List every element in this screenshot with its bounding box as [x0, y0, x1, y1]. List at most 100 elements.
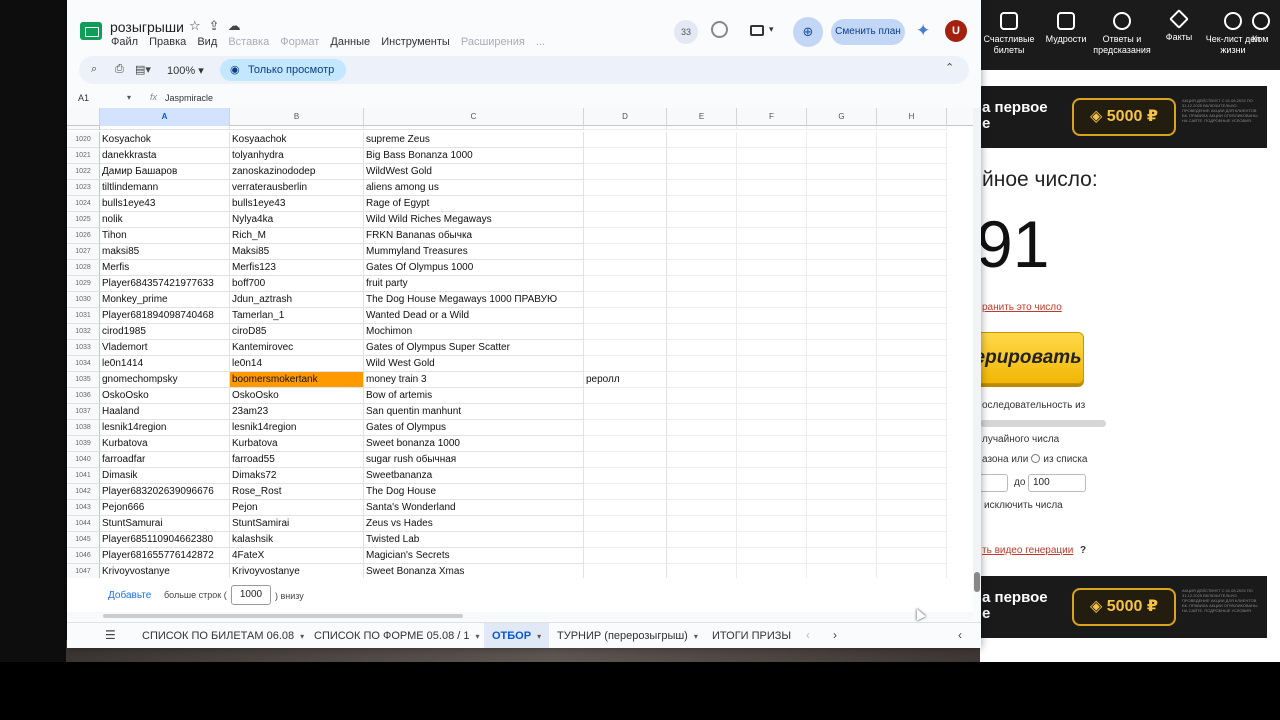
table-cell[interactable]: verraterausberlin [230, 180, 364, 196]
table-cell[interactable] [877, 388, 947, 404]
table-cell[interactable] [584, 324, 667, 340]
table-cell[interactable] [807, 180, 877, 196]
table-cell[interactable] [807, 548, 877, 564]
table-cell[interactable]: Wanted Dead or a Wild [364, 308, 584, 324]
table-cell[interactable] [807, 420, 877, 436]
table-cell[interactable] [877, 196, 947, 212]
table-cell[interactable] [877, 404, 947, 420]
table-cell[interactable]: FRKN Bananas обычка [364, 228, 584, 244]
table-cell[interactable] [667, 484, 737, 500]
table-cell[interactable]: danekkrasta [100, 148, 230, 164]
table-cell[interactable] [737, 180, 807, 196]
table-cell[interactable] [807, 484, 877, 500]
row-number[interactable]: 1024 [67, 196, 100, 212]
table-cell[interactable] [667, 532, 737, 548]
scroll-thumb[interactable] [974, 572, 980, 592]
table-cell[interactable] [667, 340, 737, 356]
history-icon[interactable] [711, 21, 728, 38]
table-cell[interactable]: tiltlindemann [100, 180, 230, 196]
table-cell[interactable] [807, 308, 877, 324]
table-cell[interactable]: Kosyaachok [230, 132, 364, 148]
table-cell[interactable] [807, 324, 877, 340]
table-cell[interactable]: Tamerlan_1 [230, 308, 364, 324]
table-cell[interactable] [807, 516, 877, 532]
table-cell[interactable]: Player684357421977633 [100, 276, 230, 292]
table-cell[interactable] [667, 404, 737, 420]
add-rows-input[interactable]: 1000 [231, 585, 271, 605]
table-cell[interactable] [584, 452, 667, 468]
row-number[interactable]: 1040 [67, 452, 100, 468]
table-cell[interactable]: farroadfar [100, 452, 230, 468]
collapse-tabs-icon[interactable]: ‹ [958, 628, 962, 642]
paint-format-icon[interactable]: ▤▾ [135, 63, 151, 76]
table-cell[interactable] [584, 532, 667, 548]
table-cell[interactable]: Merfis123 [230, 260, 364, 276]
table-cell[interactable] [584, 308, 667, 324]
table-cell[interactable]: Merfis [100, 260, 230, 276]
table-cell[interactable] [877, 436, 947, 452]
table-cell[interactable] [584, 548, 667, 564]
table-cell[interactable] [807, 372, 877, 388]
nav-item-more[interactable]: Ком [1252, 12, 1280, 45]
table-cell[interactable]: Rich_M [230, 228, 364, 244]
table-cell[interactable] [737, 500, 807, 516]
row-number[interactable]: 1044 [67, 516, 100, 532]
row-number[interactable]: 1035 [67, 372, 100, 388]
menu-extensions[interactable]: Расширения [461, 36, 525, 48]
table-cell[interactable] [807, 436, 877, 452]
table-cell[interactable] [737, 276, 807, 292]
table-cell[interactable] [667, 292, 737, 308]
table-cell[interactable]: kalashsik [230, 532, 364, 548]
table-cell[interactable]: Дамир Башаров [100, 164, 230, 180]
row-number[interactable]: 1021 [67, 148, 100, 164]
table-cell[interactable] [737, 244, 807, 260]
menu-view[interactable]: Вид [197, 36, 217, 48]
table-cell[interactable]: Big Bass Bonanza 1000 [364, 148, 584, 164]
table-cell[interactable] [807, 404, 877, 420]
table-cell[interactable] [667, 244, 737, 260]
table-cell[interactable] [737, 212, 807, 228]
table-cell[interactable] [877, 212, 947, 228]
table-cell[interactable]: Kantemirovec [230, 340, 364, 356]
table-cell[interactable] [737, 292, 807, 308]
column-header[interactable]: F [737, 108, 807, 126]
zoom-select[interactable]: 100% ▾ [167, 64, 204, 77]
chevron-up-icon[interactable]: ⌃ [945, 61, 954, 74]
table-cell[interactable] [667, 308, 737, 324]
table-cell[interactable] [807, 500, 877, 516]
table-cell[interactable]: boomersmokertank [230, 372, 364, 388]
table-cell[interactable]: Tihon [100, 228, 230, 244]
table-cell[interactable]: WildWest Gold [364, 164, 584, 180]
table-cell[interactable]: supreme Zeus [364, 132, 584, 148]
table-cell[interactable] [877, 132, 947, 148]
column-header[interactable]: B [230, 108, 364, 126]
column-header[interactable]: G [807, 108, 877, 126]
table-cell[interactable] [667, 564, 737, 578]
table-cell[interactable] [807, 228, 877, 244]
table-cell[interactable] [877, 148, 947, 164]
table-cell[interactable] [584, 468, 667, 484]
doc-title[interactable]: розыгрыши [110, 19, 184, 35]
table-cell[interactable] [877, 260, 947, 276]
cloud-icon[interactable]: ☁ [228, 18, 249, 33]
table-cell[interactable]: Rage of Egypt [364, 196, 584, 212]
view-only-chip[interactable]: Только просмотр [220, 59, 347, 81]
row-number[interactable]: 1046 [67, 548, 100, 564]
table-cell[interactable] [807, 564, 877, 578]
table-cell[interactable]: lesnik14region [230, 420, 364, 436]
menu-format[interactable]: Формат [280, 36, 319, 48]
range-option[interactable]: азона или из списка [982, 454, 1087, 465]
table-cell[interactable] [584, 148, 667, 164]
all-sheets-icon[interactable]: ☰ [105, 628, 116, 642]
table-cell[interactable]: bulls1eye43 [100, 196, 230, 212]
table-cell[interactable]: Magician's Secrets [364, 548, 584, 564]
row-number[interactable]: 1023 [67, 180, 100, 196]
column-header[interactable]: H [877, 108, 947, 126]
column-header[interactable]: C [364, 108, 584, 126]
table-cell[interactable]: Mummyland Treasures [364, 244, 584, 260]
promo-banner-top[interactable]: а первое е ◈ 5000 ₽ АКЦИЯ ДЕЙСТВУЕТ С 01… [980, 86, 1267, 148]
chevron-down-icon[interactable]: ▾ [127, 93, 131, 102]
search-icon[interactable]: ⌕ [91, 63, 97, 76]
table-cell[interactable] [737, 436, 807, 452]
menu-more[interactable]: ... [536, 36, 545, 48]
